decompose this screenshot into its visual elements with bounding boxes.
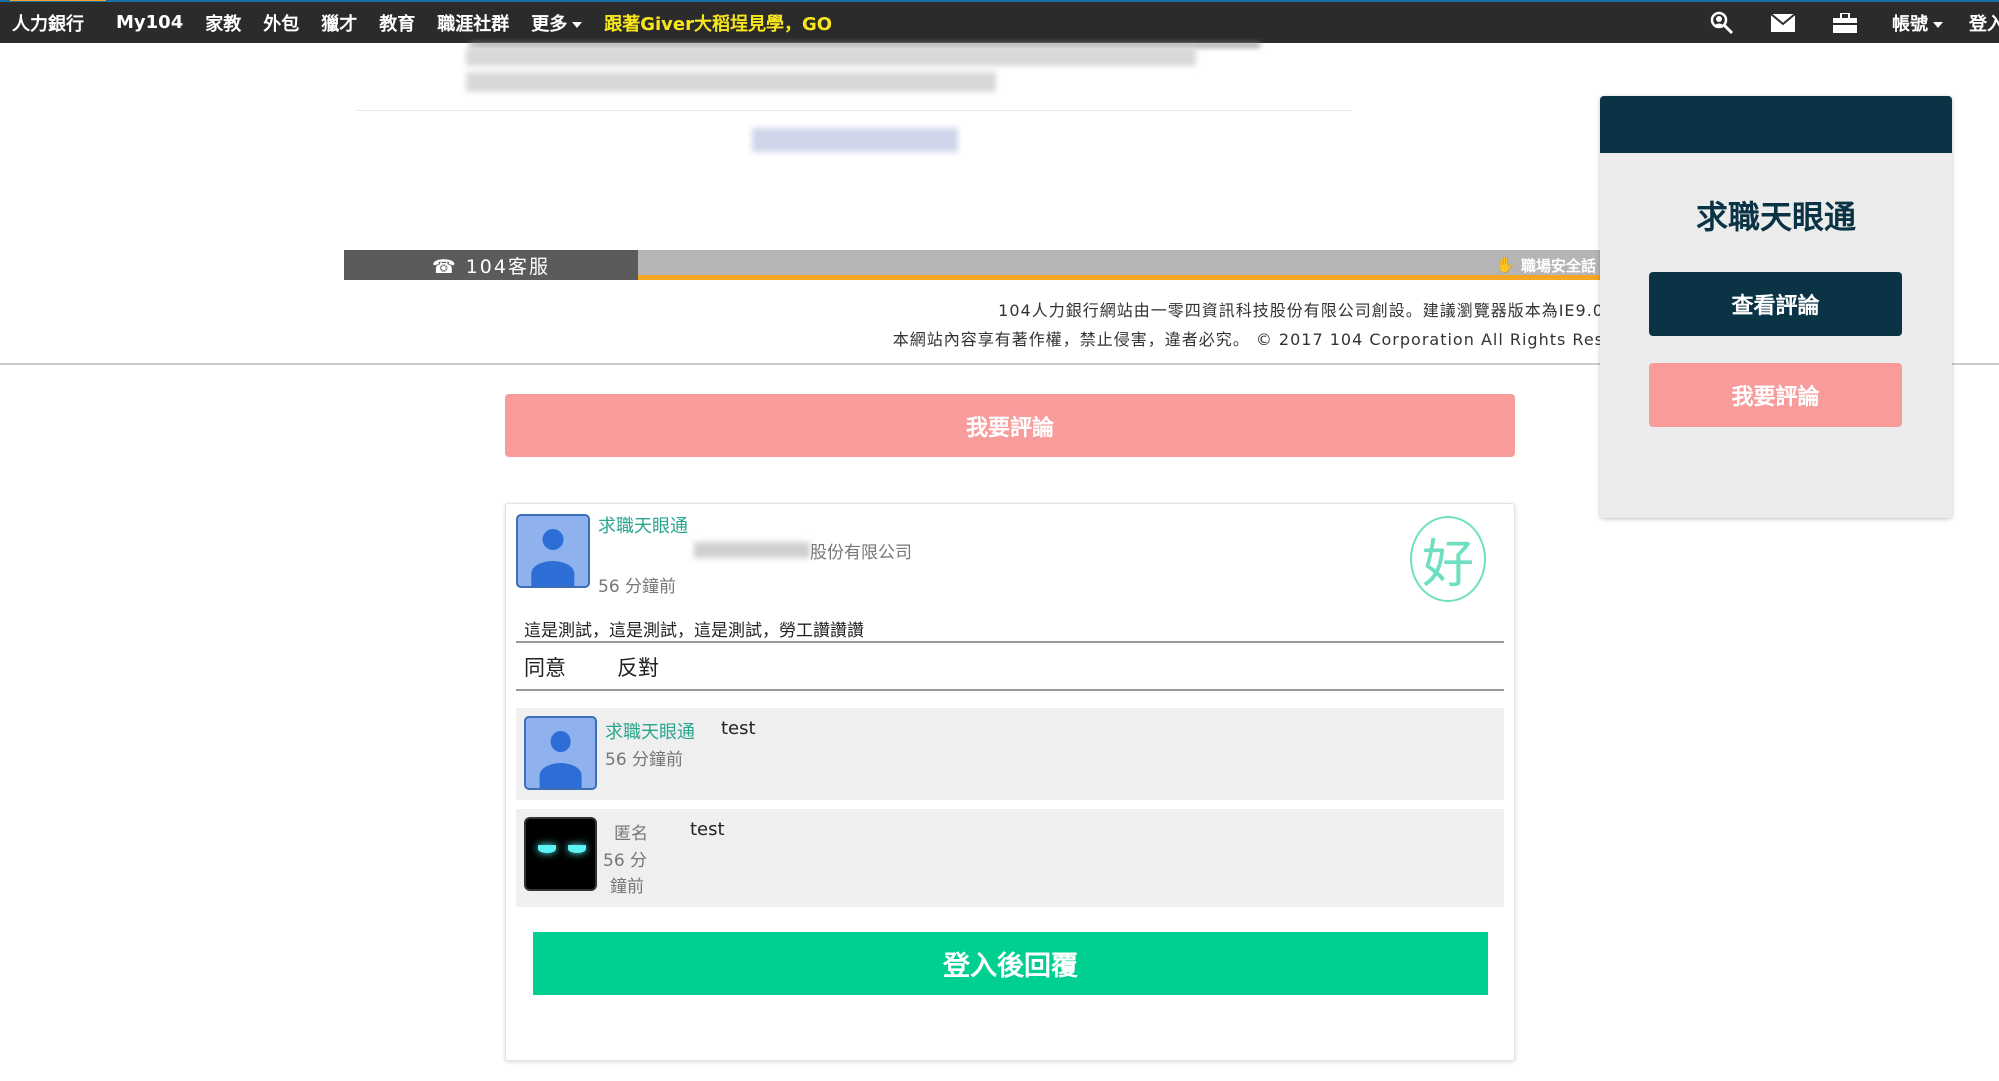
anonymous-avatar	[524, 817, 597, 891]
top-navigation: 人力銀行 My104 家教 外包 獵才 教育 職涯社群 更多 跟著Giver大稻…	[0, 0, 1999, 43]
glowing-eye-icon	[538, 845, 556, 853]
oppose-button[interactable]: 反對	[617, 652, 659, 682]
handshake-icon: ✋	[1496, 256, 1515, 274]
nav-brand-link[interactable]: 人力銀行	[10, 0, 106, 36]
company-name-suffix: 股份有限公司	[810, 543, 912, 563]
nav-item-career-community[interactable]: 職涯社群	[437, 10, 509, 36]
blurred-link-row	[752, 128, 958, 152]
briefcase-icon[interactable]	[1830, 9, 1860, 37]
blurred-divider	[470, 43, 1260, 47]
blurred-text-row	[466, 48, 1196, 66]
review-author[interactable]: 求職天眼通	[598, 514, 688, 540]
nav-item-education[interactable]: 教育	[379, 10, 415, 36]
agree-button[interactable]: 同意	[524, 652, 566, 682]
nav-more-label: 更多	[531, 13, 568, 35]
nav-right-group: 帳號 登入	[1674, 2, 1999, 43]
chevron-down-icon	[1933, 21, 1943, 28]
nav-promo-link[interactable]: 跟著Giver大稻埕見學，GO	[604, 10, 832, 36]
side-panel: 求職天眼通 查看評論 我要評論	[1600, 96, 1952, 518]
blurred-text-row	[466, 72, 996, 92]
reply-author[interactable]: 求職天眼通	[605, 718, 695, 744]
reply-timestamp: 56 分鐘前	[605, 750, 684, 770]
side-panel-title: 求職天眼通	[1695, 198, 1856, 236]
chevron-down-icon	[572, 21, 583, 28]
mail-icon[interactable]	[1768, 9, 1798, 37]
review-content: 這是測試，這是測試，這是測試，勞工讚讚讚	[524, 621, 864, 641]
view-reviews-button[interactable]: 查看評論	[1649, 272, 1902, 336]
reply-author: 匿名	[614, 824, 648, 844]
nav-account-label: 帳號	[1892, 13, 1928, 35]
reply-timestamp-cont: 鐘前	[610, 877, 644, 897]
avatar	[524, 716, 597, 790]
reply-text: test	[690, 819, 725, 840]
login-to-reply-button[interactable]: 登入後回覆	[533, 932, 1488, 995]
nav-item-outsource[interactable]: 外包	[263, 10, 299, 36]
reply-item: 求職天眼通 test 56 分鐘前	[516, 708, 1504, 800]
nav-item-more[interactable]: 更多	[531, 10, 583, 36]
blurred-company-name	[694, 542, 810, 558]
avatar	[516, 514, 590, 588]
reply-timestamp: 56 分	[603, 851, 648, 871]
nav-item-headhunter[interactable]: 獵才	[321, 10, 357, 36]
workplace-safety-label: 職場安全話	[1520, 256, 1596, 275]
write-review-button[interactable]: 我要評論	[505, 394, 1515, 457]
reply-text: test	[721, 718, 756, 739]
glowing-eye-icon	[568, 845, 586, 853]
search-person-icon[interactable]	[1706, 9, 1736, 37]
side-write-review-button[interactable]: 我要評論	[1649, 363, 1902, 427]
content-divider	[516, 641, 1504, 643]
review-card: 求職天眼通 股份有限公司 56 分鐘前 好 這是測試，這是測試，這是測試，勞工讚…	[505, 503, 1515, 1061]
good-rating-badge: 好	[1410, 516, 1486, 602]
page-root: 人力銀行 My104 家教 外包 獵才 教育 職涯社群 更多 跟著Giver大稻…	[0, 0, 1999, 1081]
review-timestamp: 56 分鐘前	[598, 577, 677, 597]
footer-copyright-line1: 104人力銀行網站由一零四資訊科技股份有限公司創設。建議瀏覽器版本為IE9.0	[998, 301, 1604, 320]
nav-item-my104[interactable]: My104	[116, 12, 183, 33]
reply-item: 匿名 test 56 分 鐘前	[516, 809, 1504, 907]
side-panel-header	[1600, 96, 1952, 153]
nav-item-tutor[interactable]: 家教	[205, 10, 241, 36]
footer-strip: ☎ 104客服 ✋ 職場安全話	[344, 250, 1604, 280]
footer-copyright-line2: 本網站內容享有著作權，禁止侵害，違者必究。 © 2017 104 Corpora…	[892, 330, 1604, 349]
customer-service-link[interactable]: ☎ 104客服	[344, 250, 638, 280]
nav-account-menu[interactable]: 帳號	[1892, 10, 1943, 36]
workplace-safety-link[interactable]: ✋ 職場安全話	[1496, 250, 1604, 280]
nav-login-link[interactable]: 登入	[1969, 10, 1999, 36]
actions-divider	[516, 689, 1504, 691]
content-divider	[356, 110, 1352, 111]
